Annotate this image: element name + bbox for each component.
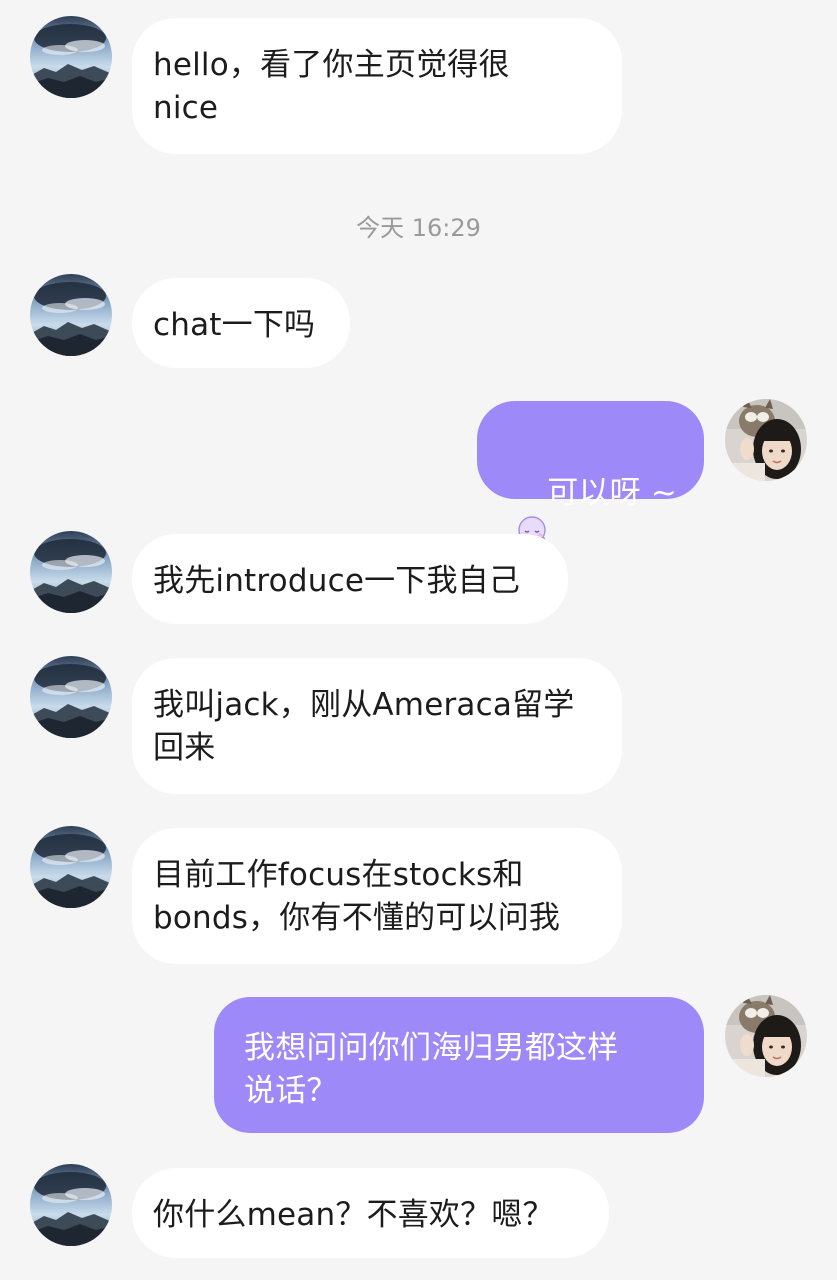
contact-avatar[interactable] <box>30 274 112 356</box>
girl-with-cat-photo-icon <box>725 995 807 1077</box>
incoming-message-bubble[interactable]: 我叫jack，刚从Ameraca留学 回来 <box>132 658 622 794</box>
mountain-sky-photo-icon <box>30 531 112 613</box>
message-timestamp: 今天 16:29 <box>356 214 481 242</box>
self-avatar[interactable] <box>725 399 807 481</box>
chat-message-list[interactable]: hello，看了你主页觉得很 nice 今天 16:29 chat一下吗 可以呀… <box>0 0 837 1280</box>
incoming-message-bubble[interactable]: 我先introduce一下我自己 <box>132 534 568 624</box>
contact-avatar[interactable] <box>30 16 112 98</box>
mountain-sky-photo-icon <box>30 656 112 738</box>
incoming-message-bubble[interactable]: chat一下吗 <box>132 278 350 368</box>
contact-avatar[interactable] <box>30 1164 112 1246</box>
mountain-sky-photo-icon <box>30 826 112 908</box>
mountain-sky-photo-icon <box>30 1164 112 1246</box>
message-text: 可以呀 ~ <box>547 475 678 511</box>
outgoing-message-bubble[interactable]: 可以呀 ~ <box>477 401 704 499</box>
incoming-message-bubble[interactable]: hello，看了你主页觉得很 nice <box>132 18 622 154</box>
mountain-sky-photo-icon <box>30 16 112 98</box>
incoming-message-bubble[interactable]: 目前工作focus在stocks和 bonds，你有不懂的可以问我 <box>132 828 622 964</box>
contact-avatar[interactable] <box>30 531 112 613</box>
incoming-message-bubble[interactable]: 你什么mean？不喜欢？嗯？ <box>132 1168 609 1258</box>
outgoing-message-bubble[interactable]: 我想问问你们海归男都这样 说话？ <box>214 997 704 1133</box>
mountain-sky-photo-icon <box>30 274 112 356</box>
self-avatar[interactable] <box>725 995 807 1077</box>
contact-avatar[interactable] <box>30 826 112 908</box>
girl-with-cat-photo-icon <box>725 399 807 481</box>
contact-avatar[interactable] <box>30 656 112 738</box>
